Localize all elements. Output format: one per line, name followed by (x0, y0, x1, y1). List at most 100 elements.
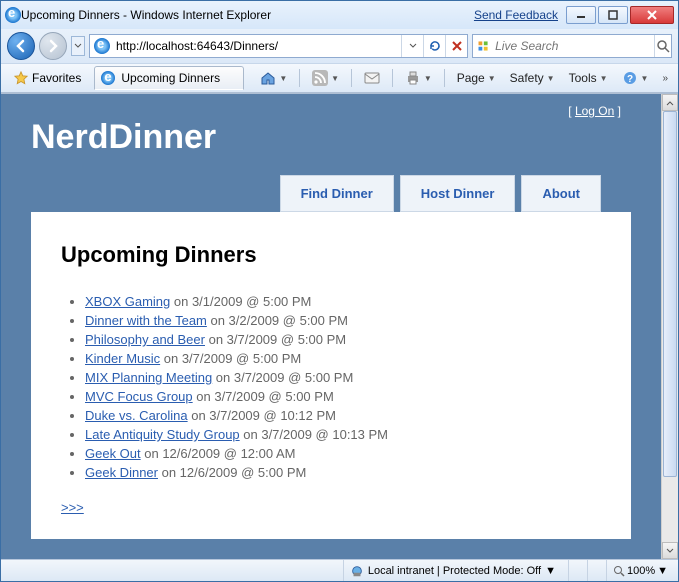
svg-text:?: ? (626, 74, 632, 85)
browser-window: Upcoming Dinners - Windows Internet Expl… (0, 0, 679, 582)
home-icon (260, 70, 276, 86)
dinner-link[interactable]: Dinner with the Team (85, 313, 207, 328)
printer-icon (405, 70, 421, 86)
dinner-link[interactable]: Kinder Music (85, 351, 160, 366)
ie-icon (5, 7, 21, 23)
chevron-down-icon: ▼ (424, 74, 432, 83)
list-item: MVC Focus Group on 3/7/2009 @ 5:00 PM (85, 389, 601, 404)
forward-button[interactable] (39, 32, 67, 60)
dinner-link[interactable]: MIX Planning Meeting (85, 370, 212, 385)
statusbar: Local intranet | Protected Mode: Off ▼ 1… (1, 559, 678, 581)
back-arrow-icon (14, 39, 28, 53)
minimize-button[interactable] (566, 6, 596, 24)
content-viewport: [ Log On ] NerdDinner Find Dinner Host D… (1, 93, 678, 559)
chevron-down-icon: ▼ (331, 74, 339, 83)
zoom-control[interactable]: 100% ▼ (606, 560, 674, 581)
dinner-link[interactable]: MVC Focus Group (85, 389, 193, 404)
page-menu[interactable]: Page ▼ (453, 68, 500, 88)
dinner-link[interactable]: Geek Out (85, 446, 141, 461)
security-zone[interactable]: Local intranet | Protected Mode: Off ▼ (343, 560, 562, 581)
chevron-down-icon: ▼ (641, 74, 649, 83)
site-root: [ Log On ] NerdDinner Find Dinner Host D… (1, 94, 661, 559)
navbar (1, 29, 678, 63)
menu-about[interactable]: About (521, 175, 601, 212)
command-bar: Favorites Upcoming Dinners ▼ ▼ ▼ Page ▼ (1, 63, 678, 93)
scroll-down-button[interactable] (662, 542, 678, 559)
list-item: Philosophy and Beer on 3/7/2009 @ 5:00 P… (85, 332, 601, 347)
window-title: Upcoming Dinners - Windows Internet Expl… (21, 8, 271, 22)
close-icon (646, 10, 658, 20)
feeds-button[interactable]: ▼ (308, 67, 343, 89)
site-header: [ Log On ] NerdDinner Find Dinner Host D… (1, 94, 661, 212)
maximize-button[interactable] (598, 6, 628, 24)
search-input[interactable] (493, 38, 654, 54)
scroll-thumb[interactable] (663, 111, 677, 477)
back-button[interactable] (7, 32, 35, 60)
refresh-button[interactable] (423, 35, 445, 57)
main-content: Upcoming Dinners XBOX Gaming on 3/1/2009… (31, 212, 631, 539)
favorites-label: Favorites (32, 71, 81, 85)
tools-menu[interactable]: Tools ▼ (565, 68, 612, 88)
main-menu: Find Dinner Host Dinner About (31, 175, 631, 212)
safety-menu[interactable]: Safety ▼ (506, 68, 559, 88)
dinner-when: on 3/7/2009 @ 10:12 PM (188, 408, 336, 423)
close-button[interactable] (630, 6, 674, 24)
dinner-link[interactable]: Late Antiquity Study Group (85, 427, 240, 442)
chevron-down-icon: ▼ (657, 565, 668, 577)
address-bar (89, 34, 468, 58)
favorites-button[interactable]: Favorites (7, 67, 88, 89)
list-item: MIX Planning Meeting on 3/7/2009 @ 5:00 … (85, 370, 601, 385)
dinner-link[interactable]: Duke vs. Carolina (85, 408, 188, 423)
list-item: XBOX Gaming on 3/1/2009 @ 5:00 PM (85, 294, 601, 309)
list-item: Kinder Music on 3/7/2009 @ 5:00 PM (85, 351, 601, 366)
read-mail-button[interactable] (360, 67, 384, 89)
list-item: Duke vs. Carolina on 3/7/2009 @ 10:12 PM (85, 408, 601, 423)
stop-icon (451, 40, 463, 52)
command-bar-overflow[interactable]: » (658, 73, 672, 84)
safety-menu-label: Safety (510, 71, 544, 85)
page-document: [ Log On ] NerdDinner Find Dinner Host D… (1, 94, 661, 559)
tools-menu-label: Tools (569, 71, 597, 85)
star-icon (14, 71, 28, 85)
site-title: NerdDinner (31, 118, 631, 157)
page-heading: Upcoming Dinners (61, 242, 601, 268)
magnifier-icon (656, 39, 670, 53)
separator (444, 69, 445, 87)
url-dropdown-button[interactable] (401, 35, 423, 57)
chevron-up-icon (666, 100, 674, 106)
print-button[interactable]: ▼ (401, 67, 436, 89)
tab-page-icon (101, 71, 115, 85)
send-feedback-link[interactable]: Send Feedback (474, 8, 558, 22)
zone-text: Local intranet | Protected Mode: Off (368, 565, 541, 577)
next-page-link[interactable]: >>> (61, 500, 84, 515)
help-button[interactable]: ? ▼ (618, 67, 653, 89)
menu-host-dinner[interactable]: Host Dinner (400, 175, 516, 212)
zoom-icon (613, 565, 625, 577)
window-controls (566, 6, 674, 24)
dinner-link[interactable]: XBOX Gaming (85, 294, 170, 309)
list-item: Late Antiquity Study Group on 3/7/2009 @… (85, 427, 601, 442)
search-button[interactable] (654, 35, 671, 57)
home-button[interactable]: ▼ (256, 67, 291, 89)
separator (392, 69, 393, 87)
logon-link[interactable]: Log On (575, 104, 614, 118)
dinner-when: on 3/7/2009 @ 5:00 PM (212, 370, 353, 385)
menu-find-dinner[interactable]: Find Dinner (280, 175, 394, 212)
scroll-track[interactable] (662, 111, 678, 542)
stop-button[interactable] (445, 35, 467, 57)
url-input[interactable] (114, 36, 401, 56)
page-icon (94, 38, 110, 54)
scroll-up-button[interactable] (662, 94, 678, 111)
list-item: Geek Dinner on 12/6/2009 @ 5:00 PM (85, 465, 601, 480)
chevron-down-icon: ▼ (547, 74, 555, 83)
chevron-down-icon: ▼ (488, 74, 496, 83)
dinner-when: on 3/7/2009 @ 5:00 PM (205, 332, 346, 347)
titlebar: Upcoming Dinners - Windows Internet Expl… (1, 1, 678, 29)
status-separator1 (568, 560, 581, 581)
dinner-link[interactable]: Geek Dinner (85, 465, 158, 480)
recent-pages-dropdown[interactable] (71, 36, 85, 56)
tab-title: Upcoming Dinners (121, 71, 220, 85)
dinner-link[interactable]: Philosophy and Beer (85, 332, 205, 347)
tab-current[interactable]: Upcoming Dinners (94, 66, 244, 90)
dinner-when: on 3/7/2009 @ 5:00 PM (160, 351, 301, 366)
